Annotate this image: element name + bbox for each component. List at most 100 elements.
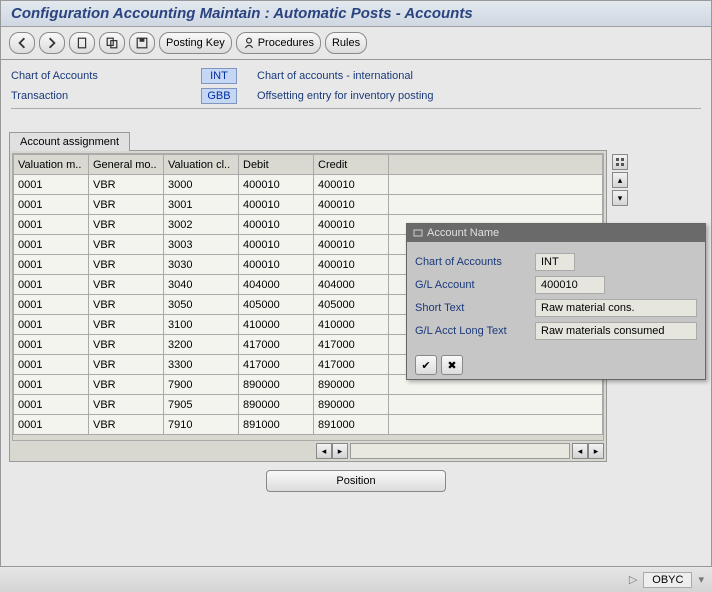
table-cell[interactable]: 890000 bbox=[239, 375, 314, 395]
table-cell[interactable]: 891000 bbox=[314, 415, 389, 435]
coa-code[interactable]: INT bbox=[201, 68, 237, 84]
table-cell[interactable]: 0001 bbox=[14, 215, 89, 235]
table-cell[interactable]: 0001 bbox=[14, 295, 89, 315]
table-cell[interactable]: 410000 bbox=[239, 315, 314, 335]
table-cell[interactable]: 400010 bbox=[239, 195, 314, 215]
table-cell[interactable]: 0001 bbox=[14, 275, 89, 295]
table-cell[interactable]: 7900 bbox=[164, 375, 239, 395]
save-button[interactable] bbox=[129, 32, 155, 54]
table-cell[interactable]: 400010 bbox=[239, 235, 314, 255]
table-cell[interactable]: 3300 bbox=[164, 355, 239, 375]
table-row[interactable]: 0001VBR3000400010400010 bbox=[14, 175, 603, 195]
table-cell[interactable]: VBR bbox=[89, 395, 164, 415]
hscroll-first-button[interactable]: ◂ bbox=[316, 443, 332, 459]
table-cell[interactable]: 405000 bbox=[239, 295, 314, 315]
table-cell[interactable]: 0001 bbox=[14, 355, 89, 375]
table-cell[interactable]: 3000 bbox=[164, 175, 239, 195]
status-dropdown-icon[interactable]: ▾ bbox=[698, 573, 704, 586]
table-cell[interactable]: 405000 bbox=[314, 295, 389, 315]
table-cell[interactable]: 404000 bbox=[239, 275, 314, 295]
popup-short-value[interactable]: Raw material cons. bbox=[535, 299, 697, 317]
table-cell[interactable]: VBR bbox=[89, 175, 164, 195]
table-cell[interactable]: 0001 bbox=[14, 395, 89, 415]
table-cell[interactable]: 417000 bbox=[314, 335, 389, 355]
popup-coa-value[interactable]: INT bbox=[535, 253, 575, 271]
table-cell[interactable]: 0001 bbox=[14, 175, 89, 195]
table-cell[interactable]: VBR bbox=[89, 335, 164, 355]
table-row[interactable]: 0001VBR3001400010400010 bbox=[14, 195, 603, 215]
table-cell[interactable]: 3001 bbox=[164, 195, 239, 215]
table-cell[interactable]: 400010 bbox=[314, 255, 389, 275]
col-credit[interactable]: Credit bbox=[314, 155, 389, 175]
col-general-mod[interactable]: General mo.. bbox=[89, 155, 164, 175]
tab-account-assignment[interactable]: Account assignment bbox=[9, 132, 130, 151]
table-cell[interactable]: 3100 bbox=[164, 315, 239, 335]
table-cell[interactable]: 890000 bbox=[314, 395, 389, 415]
hscroll-track[interactable] bbox=[350, 443, 570, 459]
col-debit[interactable]: Debit bbox=[239, 155, 314, 175]
popup-long-value[interactable]: Raw materials consumed bbox=[535, 322, 697, 340]
table-cell[interactable]: 400010 bbox=[239, 175, 314, 195]
table-cell[interactable]: 891000 bbox=[239, 415, 314, 435]
table-cell[interactable]: 410000 bbox=[314, 315, 389, 335]
table-cell[interactable]: 0001 bbox=[14, 315, 89, 335]
col-valuation-class[interactable]: Valuation cl.. bbox=[164, 155, 239, 175]
forward-button[interactable] bbox=[39, 32, 65, 54]
table-cell[interactable]: VBR bbox=[89, 255, 164, 275]
table-cell[interactable]: 417000 bbox=[314, 355, 389, 375]
table-cell[interactable]: 0001 bbox=[14, 375, 89, 395]
new-button[interactable] bbox=[69, 32, 95, 54]
table-cell[interactable]: 400010 bbox=[239, 215, 314, 235]
hscroll-next-button[interactable]: ◂ bbox=[572, 443, 588, 459]
table-cell[interactable]: 404000 bbox=[314, 275, 389, 295]
table-cell[interactable]: 400010 bbox=[239, 255, 314, 275]
scroll-up-button[interactable]: ▴ bbox=[612, 172, 628, 188]
popup-title-bar[interactable]: Account Name bbox=[407, 224, 705, 242]
status-nav-icon[interactable]: ▷ bbox=[629, 573, 637, 586]
table-cell[interactable]: 400010 bbox=[314, 175, 389, 195]
table-cell[interactable]: 3002 bbox=[164, 215, 239, 235]
table-cell[interactable]: 890000 bbox=[314, 375, 389, 395]
table-cell[interactable]: 0001 bbox=[14, 415, 89, 435]
table-cell[interactable]: VBR bbox=[89, 415, 164, 435]
table-cell[interactable]: 400010 bbox=[314, 195, 389, 215]
table-cell[interactable]: 3050 bbox=[164, 295, 239, 315]
table-cell[interactable]: 0001 bbox=[14, 255, 89, 275]
rules-button[interactable]: Rules bbox=[325, 32, 367, 54]
table-cell[interactable]: VBR bbox=[89, 275, 164, 295]
table-cell[interactable]: VBR bbox=[89, 355, 164, 375]
table-cell[interactable]: 400010 bbox=[314, 215, 389, 235]
popup-gl-value[interactable]: 400010 bbox=[535, 276, 605, 294]
table-cell[interactable]: 3200 bbox=[164, 335, 239, 355]
hscroll-last-button[interactable]: ▸ bbox=[588, 443, 604, 459]
table-row[interactable]: 0001VBR7905890000890000 bbox=[14, 395, 603, 415]
popup-cancel-button[interactable]: ✖ bbox=[441, 355, 463, 375]
table-cell[interactable]: 3030 bbox=[164, 255, 239, 275]
col-valuation-mod[interactable]: Valuation m.. bbox=[14, 155, 89, 175]
table-cell[interactable]: 417000 bbox=[239, 355, 314, 375]
procedures-button[interactable]: Procedures bbox=[236, 32, 321, 54]
table-cell[interactable]: 7905 bbox=[164, 395, 239, 415]
table-cell[interactable]: 0001 bbox=[14, 335, 89, 355]
table-cell[interactable]: 0001 bbox=[14, 195, 89, 215]
table-cell[interactable]: VBR bbox=[89, 235, 164, 255]
txn-code[interactable]: GBB bbox=[201, 88, 237, 104]
table-cell[interactable]: VBR bbox=[89, 295, 164, 315]
table-cell[interactable]: VBR bbox=[89, 215, 164, 235]
table-cell[interactable]: VBR bbox=[89, 375, 164, 395]
back-button[interactable] bbox=[9, 32, 35, 54]
table-cell[interactable]: VBR bbox=[89, 315, 164, 335]
scroll-down-button[interactable]: ▾ bbox=[612, 190, 628, 206]
table-settings-button[interactable] bbox=[612, 154, 628, 170]
table-cell[interactable]: 3003 bbox=[164, 235, 239, 255]
popup-ok-button[interactable]: ✔ bbox=[415, 355, 437, 375]
table-cell[interactable]: VBR bbox=[89, 195, 164, 215]
posting-key-button[interactable]: Posting Key bbox=[159, 32, 232, 54]
copy-button[interactable] bbox=[99, 32, 125, 54]
table-cell[interactable]: 7910 bbox=[164, 415, 239, 435]
table-cell[interactable]: 890000 bbox=[239, 395, 314, 415]
position-button[interactable]: Position bbox=[266, 470, 446, 492]
table-row[interactable]: 0001VBR7910891000891000 bbox=[14, 415, 603, 435]
table-cell[interactable]: 3040 bbox=[164, 275, 239, 295]
table-cell[interactable]: 0001 bbox=[14, 235, 89, 255]
